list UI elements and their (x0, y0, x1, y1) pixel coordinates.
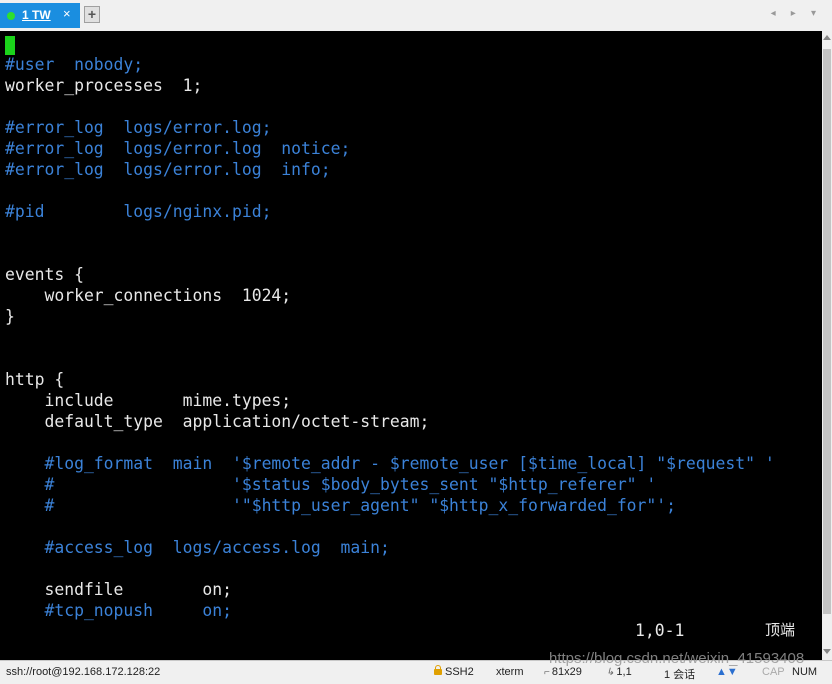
cursor-position-label: 1,1 (616, 666, 632, 678)
terminal-line-text: default_type application/octet-stream; (5, 412, 430, 431)
lock-icon (434, 665, 442, 675)
terminal-line-text: #error_log logs/error.log; (5, 118, 272, 137)
terminal-line (5, 33, 775, 55)
session-count: 1 会话 (664, 669, 696, 681)
terminal-line-text: #pid logs/nginx.pid; (5, 202, 272, 221)
terminal-line: sendfile on; (5, 579, 775, 600)
terminal-line-text: worker_connections 1024; (5, 286, 292, 305)
resize-icon: ⌐ (544, 667, 550, 678)
terminal-line: #error_log logs/error.log info; (5, 159, 775, 180)
connection-string: ssh://root@192.168.172.128:22 (6, 666, 161, 678)
terminal-line-text: # '"$http_user_agent" "$http_x_forwarded… (5, 496, 677, 515)
arrow-updown-icon[interactable]: ▲▼ (716, 666, 738, 678)
vim-ruler-top: 顶端 (765, 621, 796, 639)
terminal-line-text: worker_processes 1; (5, 76, 203, 95)
terminal-line-text: #tcp_nopush on; (5, 601, 232, 620)
terminal-line-text: http { (5, 370, 65, 389)
terminal-line-text: } (5, 307, 15, 326)
terminal-line-text: sendfile on; (5, 580, 232, 599)
terminal-line-text: #log_format main '$remote_addr - $remote… (5, 454, 775, 473)
vim-ruler-position: 1,0-1 (635, 621, 685, 640)
num-indicator: NUM (792, 666, 818, 678)
terminal-line-text: events { (5, 265, 84, 284)
terminal-line: default_type application/octet-stream; (5, 411, 775, 432)
scroll-up-icon[interactable] (823, 35, 831, 40)
scroll-down-icon[interactable] (823, 649, 831, 654)
terminal-size: ⌐ 81x29 (544, 666, 582, 678)
terminal-line-text: # '$status $body_bytes_sent "$http_refer… (5, 475, 657, 494)
new-tab-plus-icon[interactable]: + (84, 6, 100, 23)
cursor-pos-icon: ↳ (606, 667, 615, 678)
terminal-line-text: #user nobody; (5, 55, 144, 74)
terminal-line: #log_format main '$remote_addr - $remote… (5, 453, 775, 474)
terminal-text: #user nobody; worker_processes 1; #error_l… (5, 33, 775, 621)
scroll-thumb[interactable] (823, 49, 831, 614)
terminal-line: # '$status $body_bytes_sent "$http_refer… (5, 474, 775, 495)
terminal-screen[interactable]: #user nobody; worker_processes 1; #error_l… (0, 31, 822, 660)
terminal-line: #access_log logs/access.log main; (5, 537, 775, 558)
connected-status-icon (7, 12, 15, 20)
terminal-line-text: #error_log logs/error.log info; (5, 160, 331, 179)
protocol-status: SSH2 (434, 665, 474, 678)
caps-indicator: CAP (762, 666, 785, 678)
protocol-label: SSH2 (445, 666, 474, 678)
terminal-line: #user nobody; (5, 54, 775, 75)
terminal-line-text: #error_log logs/error.log notice; (5, 139, 351, 158)
terminal-line-text: include mime.types; (5, 391, 292, 410)
terminal-line: #tcp_nopush on; (5, 600, 775, 621)
terminal-line: worker_processes 1; (5, 75, 775, 96)
cursor-position: ↳ 1,1 (606, 666, 632, 678)
tab-nav-arrows-icon[interactable]: ◂ ▸ ▾ (771, 8, 822, 19)
text-cursor (5, 35, 15, 55)
terminal-type: xterm (496, 666, 524, 678)
terminal-line: #pid logs/nginx.pid; (5, 201, 775, 222)
terminal-line: worker_connections 1024; (5, 285, 775, 306)
terminal-size-label: 81x29 (551, 666, 582, 678)
terminal-line: #error_log logs/error.log notice; (5, 138, 775, 159)
close-tab-icon[interactable]: × (63, 6, 71, 21)
tab-bar: 1 TW × + ◂ ▸ ▾ (0, 0, 832, 32)
terminal-line-text: #access_log logs/access.log main; (5, 538, 390, 557)
session-tab[interactable]: 1 TW × (0, 3, 80, 28)
vertical-scrollbar[interactable] (822, 31, 832, 660)
terminal-line: include mime.types; (5, 390, 775, 411)
terminal-line: http { (5, 369, 775, 390)
terminal-line: # '"$http_user_agent" "$http_x_forwarded… (5, 495, 775, 516)
tab-label: 1 TW (22, 8, 51, 22)
watermark-url: https://blog.csdn.net/weixin_41593408 (549, 650, 805, 667)
terminal-line: events { (5, 264, 775, 285)
terminal-line: } (5, 306, 775, 327)
terminal-line: #error_log logs/error.log; (5, 117, 775, 138)
